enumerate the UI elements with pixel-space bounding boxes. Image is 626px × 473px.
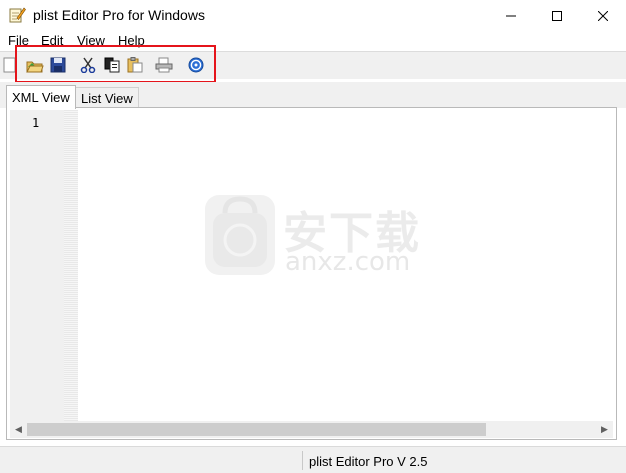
horizontal-scrollbar[interactable]: ◀ ▶ (10, 421, 613, 438)
minimize-button[interactable] (488, 0, 534, 31)
tab-list-view[interactable]: List View (75, 87, 139, 108)
toolbar-highlight-box (15, 45, 216, 83)
window-title: plist Editor Pro for Windows (33, 7, 205, 23)
scrollbar-thumb[interactable] (27, 423, 486, 436)
watermark-shield-icon (205, 195, 275, 275)
status-bar: plist Editor Pro V 2.5 (0, 446, 626, 473)
notepad-pencil-icon (8, 6, 26, 24)
scroll-right-icon[interactable]: ▶ (596, 421, 613, 438)
status-text: plist Editor Pro V 2.5 (309, 454, 428, 469)
title-bar: plist Editor Pro for Windows (0, 0, 626, 31)
scroll-left-icon[interactable]: ◀ (10, 421, 27, 438)
view-tabs: XML View List View (0, 82, 626, 109)
status-divider (302, 451, 303, 470)
maximize-button[interactable] (534, 0, 580, 31)
tab-xml-view[interactable]: XML View (6, 85, 76, 109)
line-number: 1 (32, 116, 40, 130)
watermark-en: anxz.com (285, 247, 411, 277)
fold-margin (64, 110, 78, 421)
close-button[interactable] (580, 0, 626, 31)
watermark: 安下载 anxz.com (205, 195, 425, 280)
line-number-gutter: 1 (10, 110, 78, 421)
